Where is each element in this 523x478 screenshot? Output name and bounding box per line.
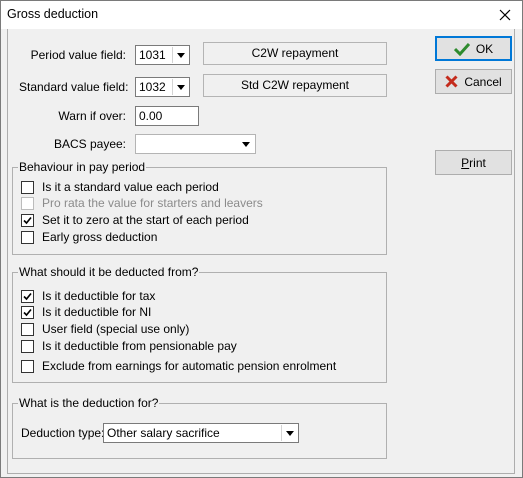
deduction-type-value: Other salary sacrifice	[107, 426, 220, 440]
checkbox[interactable]	[21, 180, 34, 194]
standard-value-description: Std C2W repayment	[203, 74, 387, 97]
close-button[interactable]	[488, 1, 522, 29]
period-value-value: 1031	[139, 48, 166, 62]
checkbox-row[interactable]: Exclude from earnings for automatic pens…	[21, 359, 336, 373]
checkbox[interactable]	[21, 359, 34, 373]
warn-if-over-label: Warn if over:	[58, 109, 126, 123]
checkbox-row[interactable]: Set it to zero at the start of each peri…	[21, 213, 249, 227]
checkbox-label: Pro rata the value for starters and leav…	[42, 196, 263, 210]
checkbox-label: User field (special use only)	[42, 322, 190, 336]
period-value-label: Period value field:	[30, 48, 126, 62]
chevron-down-icon[interactable]	[281, 425, 297, 441]
title-bar: Gross deduction	[1, 1, 522, 29]
warn-if-over-input[interactable]: 0.00	[135, 106, 199, 126]
checkbox-checked[interactable]	[21, 305, 34, 319]
checkbox-label: Early gross deduction	[42, 230, 158, 244]
deduction-for-legend: What is the deduction for?	[18, 396, 160, 410]
checkbox-row: Pro rata the value for starters and leav…	[21, 196, 263, 210]
standard-value-label: Standard value field:	[19, 80, 129, 94]
standard-value-select[interactable]: 1032	[135, 77, 190, 97]
print-label: Print	[461, 155, 486, 170]
deducted-from-legend: What should it be deducted from?	[18, 265, 200, 279]
standard-value-value: 1032	[139, 80, 166, 94]
ok-button[interactable]: OK	[435, 36, 512, 61]
checkmark-icon	[23, 216, 32, 224]
close-icon	[499, 9, 511, 21]
checkbox[interactable]	[21, 230, 34, 244]
deduction-type-select[interactable]: Other salary sacrifice	[103, 423, 299, 443]
checkbox[interactable]	[21, 339, 34, 353]
checkbox-row[interactable]: Is it deductible from pensionable pay	[21, 339, 237, 353]
cancel-button[interactable]: Cancel	[435, 69, 512, 94]
behaviour-legend: Behaviour in pay period	[18, 160, 147, 174]
window-title: Gross deduction	[7, 7, 99, 21]
chevron-down-icon[interactable]	[172, 47, 188, 63]
period-value-select[interactable]: 1031	[135, 45, 190, 65]
checkbox[interactable]	[21, 322, 34, 336]
checkbox-row[interactable]: Is it a standard value each period	[21, 180, 219, 194]
checkbox-row[interactable]: Early gross deduction	[21, 230, 157, 244]
checkbox-label: Is it deductible for NI	[42, 305, 152, 319]
ok-label: OK	[475, 41, 494, 56]
checkbox-row[interactable]: Is it deductible for NI	[21, 305, 151, 319]
period-value-description: C2W repayment	[203, 42, 387, 65]
bacs-payee-label: BACS payee:	[53, 137, 126, 151]
checkbox-checked[interactable]	[21, 289, 34, 303]
checkbox-label: Exclude from earnings for automatic pens…	[42, 359, 337, 373]
checkmark-icon	[453, 42, 470, 56]
checkbox-label: Is it a standard value each period	[42, 180, 219, 194]
cancel-x-icon	[445, 75, 458, 88]
checkmark-icon	[23, 292, 32, 300]
checkmark-icon	[23, 308, 32, 316]
gross-deduction-dialog: Gross deduction Period value field: 1031…	[0, 0, 523, 478]
checkbox-checked[interactable]	[21, 213, 34, 227]
checkbox-row[interactable]: Is it deductible for tax	[21, 289, 155, 303]
print-button[interactable]: Print	[435, 150, 512, 175]
chevron-down-icon[interactable]	[238, 136, 254, 152]
deduction-type-label: Deduction type:	[21, 426, 105, 440]
checkbox-label: Is it deductible for tax	[42, 289, 156, 303]
checkbox-row[interactable]: User field (special use only)	[21, 322, 189, 336]
chevron-down-icon[interactable]	[172, 79, 188, 95]
checkbox-label: Is it deductible from pensionable pay	[42, 339, 237, 353]
checkbox	[21, 196, 34, 210]
warn-if-over-value: 0.00	[139, 109, 163, 123]
checkbox-label: Set it to zero at the start of each peri…	[42, 213, 249, 227]
bacs-payee-select[interactable]	[135, 134, 256, 154]
cancel-label: Cancel	[464, 74, 502, 89]
